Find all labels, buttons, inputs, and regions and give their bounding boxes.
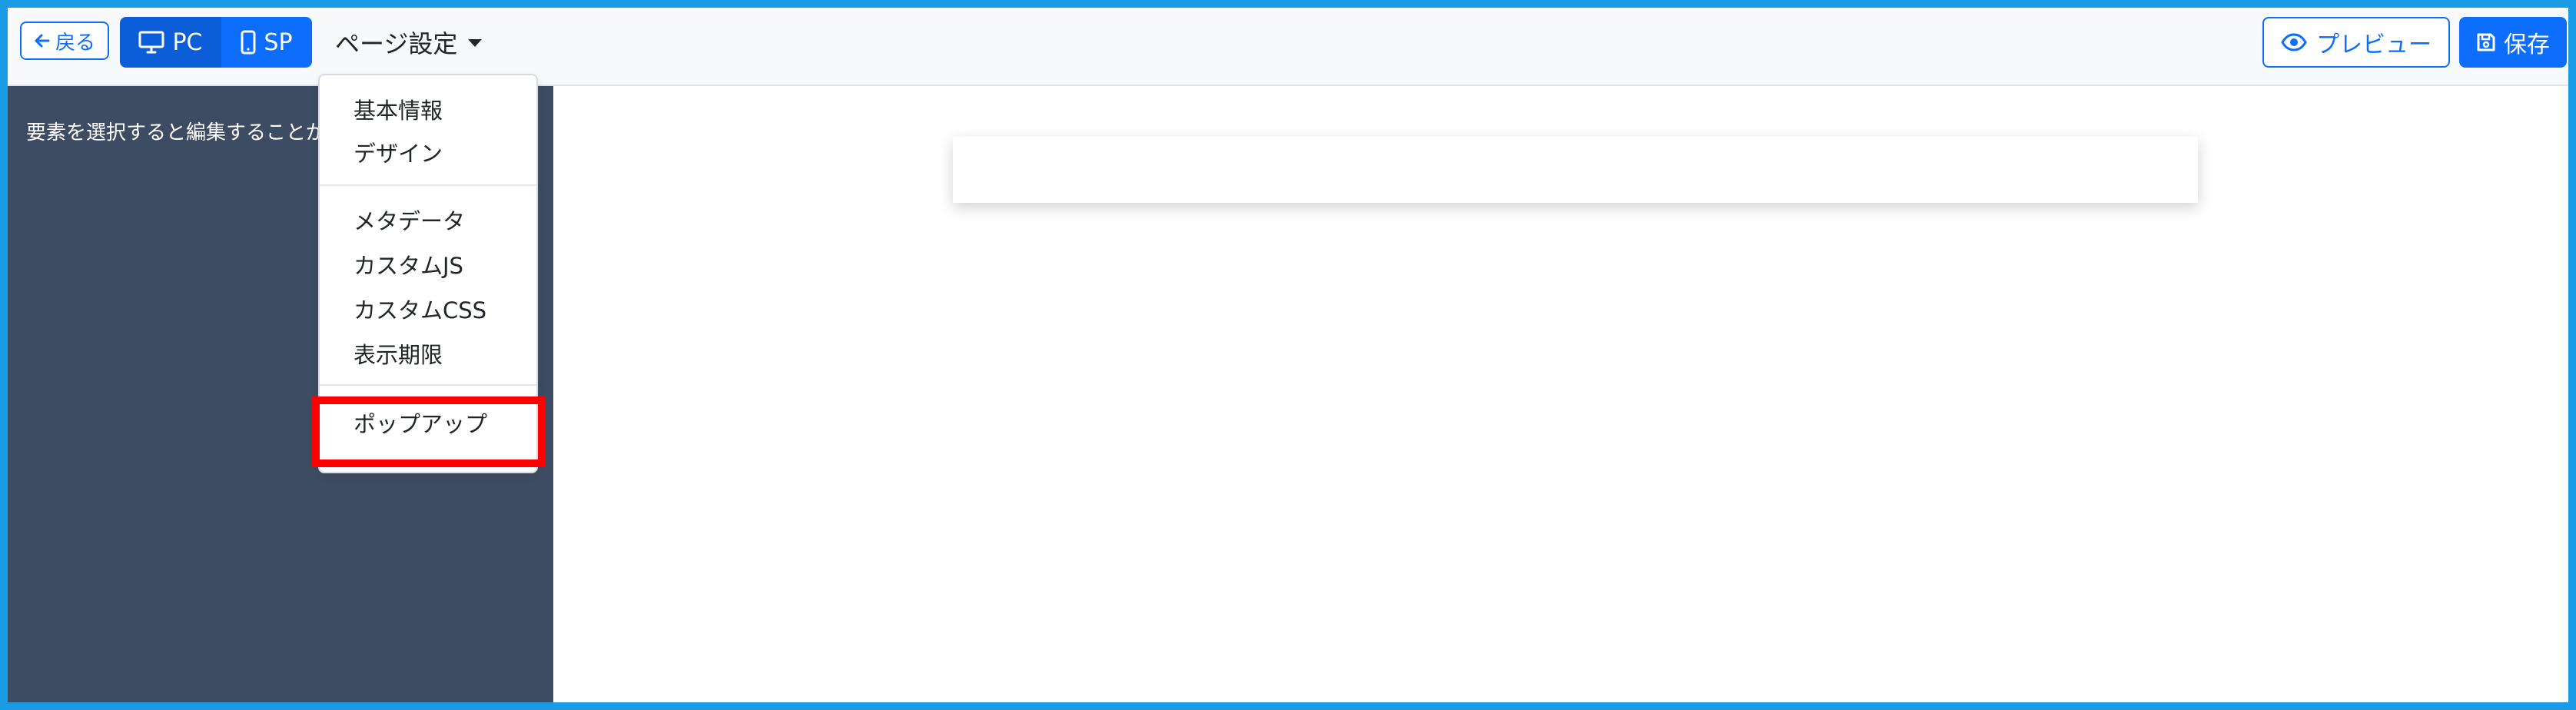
sp-view-button[interactable]: SP [221,17,312,68]
preview-button[interactable]: プレビュー [2262,17,2450,68]
desktop-icon [138,31,164,54]
back-button-label: 戻る [55,31,95,55]
eye-icon [2281,33,2307,51]
save-button[interactable]: 保存 [2459,17,2567,68]
editor-canvas[interactable] [553,86,2568,702]
menu-divider [320,184,536,186]
page-section-block[interactable] [953,137,2198,203]
app-window: 戻る PC SP ページ設定 プレビュー 保存 要素を選択すると編集することが … [0,0,2576,710]
mobile-icon [241,30,256,55]
menu-item-custom-js[interactable]: カスタムJS [320,243,536,286]
device-toggle: PC SP [120,17,312,68]
page-settings-label: ページ設定 [335,29,458,58]
sidebar-hint-text: 要素を選択すると編集することが [26,121,327,144]
sp-view-label: SP [264,28,293,56]
page-settings-dropdown-toggle[interactable]: ページ設定 [326,18,491,66]
highlight-box [312,396,546,467]
caret-down-icon [468,39,483,47]
save-button-label: 保存 [2504,32,2550,58]
pc-view-label: PC [172,28,203,56]
menu-item-basic-info[interactable]: 基本情報 [320,88,536,131]
preview-button-label: プレビュー [2316,32,2432,58]
menu-item-display-period[interactable]: 表示期限 [320,332,536,375]
menu-divider [320,384,536,386]
arrow-left-icon [34,32,51,49]
menu-item-design[interactable]: デザイン [320,131,536,174]
pc-view-button[interactable]: PC [120,17,221,68]
floppy-disk-icon [2476,32,2496,52]
menu-item-metadata[interactable]: メタデータ [320,198,536,241]
menu-item-custom-css[interactable]: カスタムCSS [320,287,536,330]
back-button[interactable]: 戻る [20,22,109,60]
